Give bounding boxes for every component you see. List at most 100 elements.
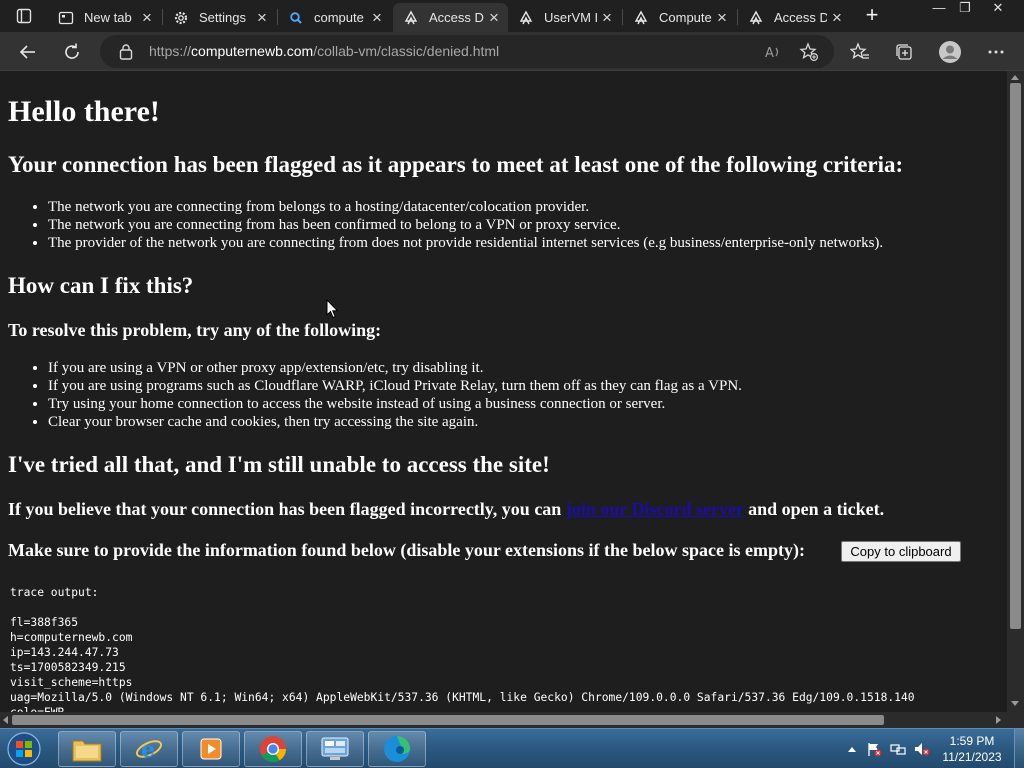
page-title: Hello there! — [8, 95, 160, 128]
page-content: Hello there! Your connection has been fl… — [0, 71, 1007, 712]
list-item: If you are using programs such as Cloudf… — [48, 377, 742, 395]
info-heading: Make sure to provide the information fou… — [8, 540, 806, 560]
close-tab-icon[interactable]: × — [597, 8, 617, 28]
close-tab-icon[interactable]: × — [367, 8, 387, 28]
discord-text-before: If you believe that your connection has … — [8, 499, 566, 519]
horizontal-scrollbar[interactable] — [0, 712, 1007, 728]
list-item: The provider of the network you are conn… — [48, 234, 883, 252]
favorites-icon — [850, 42, 869, 59]
criteria-list: The network you are connecting from belo… — [48, 198, 883, 252]
close-tab-icon[interactable]: × — [137, 8, 157, 28]
resolve-heading: To resolve this problem, try any of the … — [8, 320, 382, 340]
tab-title: compute — [314, 10, 364, 25]
tab-title: Access D — [429, 10, 484, 25]
svg-text:A: A — [765, 46, 774, 61]
clock-date: 11/21/2023 — [942, 750, 1002, 764]
mouse-cursor-icon — [326, 299, 339, 319]
scroll-right-icon[interactable] — [996, 716, 1001, 724]
tab-title: Access D — [774, 10, 827, 25]
svg-text:e: e — [141, 737, 155, 763]
taskbar: e 1:59 PM 11/21/2023 — [0, 728, 1024, 768]
close-tab-icon[interactable]: × — [712, 8, 732, 28]
cloudflare-icon — [403, 10, 419, 26]
volume-muted-icon[interactable] — [914, 741, 930, 757]
list-item: The network you are connecting from has … — [48, 216, 883, 234]
trace-output[interactable]: trace output: fl=388f365 h=computernewb.… — [10, 585, 915, 712]
close-tab-icon[interactable]: × — [484, 8, 504, 28]
scroll-left-icon[interactable] — [3, 716, 8, 724]
copy-to-clipboard-button[interactable]: Copy to clipboard — [841, 541, 961, 562]
url-scheme: https:// — [149, 43, 192, 59]
horizontal-scroll-thumb[interactable] — [12, 715, 884, 725]
taskbar-control-panel[interactable] — [306, 731, 364, 767]
favorites-button[interactable] — [845, 37, 875, 67]
refresh-icon — [65, 43, 79, 59]
back-arrow-icon — [19, 45, 35, 59]
tried-heading: I've tried all that, and I'm still unabl… — [8, 452, 550, 477]
browser-toolbar: https://computernewb.com/collab-vm/class… — [0, 32, 1024, 71]
tab-actions-button[interactable] — [8, 4, 40, 28]
discord-link[interactable]: join our Discord server — [566, 499, 744, 519]
add-favorite-icon[interactable] — [798, 41, 820, 63]
tab-search[interactable]: compute × — [278, 3, 391, 32]
address-bar[interactable]: https://computernewb.com/collab-vm/class… — [100, 35, 834, 68]
show-hidden-icons-icon[interactable] — [844, 741, 860, 757]
action-center-flag-icon[interactable] — [866, 741, 882, 757]
refresh-button[interactable] — [57, 37, 87, 67]
read-aloud-icon[interactable]: A — [762, 41, 784, 63]
url-path: /collab-vm/classic/denied.html — [313, 43, 500, 59]
url-text[interactable]: https://computernewb.com/collab-vm/class… — [149, 43, 499, 59]
taskbar-internet-explorer[interactable]: e — [120, 731, 178, 767]
taskbar-explorer[interactable] — [58, 731, 116, 767]
control-panel-icon — [321, 737, 349, 760]
collections-icon — [896, 44, 912, 60]
tab-strip: New tab × Settings × compute × Access D … — [0, 0, 1024, 32]
system-clock[interactable]: 1:59 PM 11/21/2023 — [934, 733, 1010, 765]
fix-heading: How can I fix this? — [8, 273, 194, 298]
profile-button[interactable] — [935, 37, 965, 67]
fix-list: If you are using a VPN or other proxy ap… — [48, 359, 742, 431]
vertical-scroll-thumb[interactable] — [1010, 83, 1021, 629]
new-tab-button[interactable]: + — [860, 4, 884, 28]
avatar-icon — [939, 41, 961, 63]
menu-button[interactable] — [981, 37, 1011, 67]
tab-uservm[interactable]: UserVM I × — [508, 3, 621, 32]
lock-icon[interactable] — [119, 43, 133, 65]
restore-button[interactable]: ❐ — [950, 0, 980, 16]
tab-title: New tab — [84, 10, 132, 25]
collections-button[interactable] — [889, 37, 919, 67]
list-item: The network you are connecting from belo… — [48, 198, 883, 216]
taskbar-edge[interactable] — [368, 731, 426, 767]
vertical-scrollbar[interactable] — [1007, 71, 1024, 712]
discord-paragraph: If you believe that your connection has … — [8, 499, 884, 520]
list-item: If you are using a VPN or other proxy ap… — [48, 359, 742, 377]
cloudflare-icon — [518, 10, 534, 26]
taskbar-chrome[interactable] — [244, 731, 302, 767]
clock-time: 1:59 PM — [949, 734, 995, 748]
scroll-up-icon[interactable] — [1011, 75, 1019, 80]
close-window-button[interactable]: ✕ — [983, 0, 1013, 16]
back-button[interactable] — [13, 37, 43, 67]
network-icon[interactable] — [890, 741, 906, 757]
windows-orb-icon — [7, 732, 41, 766]
close-tab-icon[interactable]: × — [827, 8, 847, 28]
cloudflare-icon — [748, 10, 764, 26]
discord-text-after: and open a ticket. — [743, 499, 885, 519]
tab-settings[interactable]: Settings × — [163, 3, 276, 32]
tab-compute[interactable]: Compute × — [623, 3, 736, 32]
url-domain: computernewb.com — [191, 43, 314, 59]
close-tab-icon[interactable]: × — [252, 8, 272, 28]
tab-new-tab[interactable]: New tab × — [48, 3, 161, 32]
show-desktop-button[interactable] — [1014, 729, 1024, 768]
edge-icon — [384, 736, 410, 762]
scroll-down-icon[interactable] — [1011, 701, 1019, 706]
criteria-heading: Your connection has been flagged as it a… — [8, 152, 904, 177]
taskbar-media-player[interactable] — [182, 731, 240, 767]
list-item: Clear your browser cache and cookies, th… — [48, 413, 742, 431]
chrome-icon — [260, 736, 287, 763]
tab-access-denied-active[interactable]: Access D × — [393, 3, 508, 32]
tab-title: UserVM I — [544, 10, 597, 25]
start-button[interactable] — [4, 730, 44, 768]
tab-actions-icon — [16, 8, 32, 24]
tab-access-denied[interactable]: Access D × — [738, 3, 851, 32]
